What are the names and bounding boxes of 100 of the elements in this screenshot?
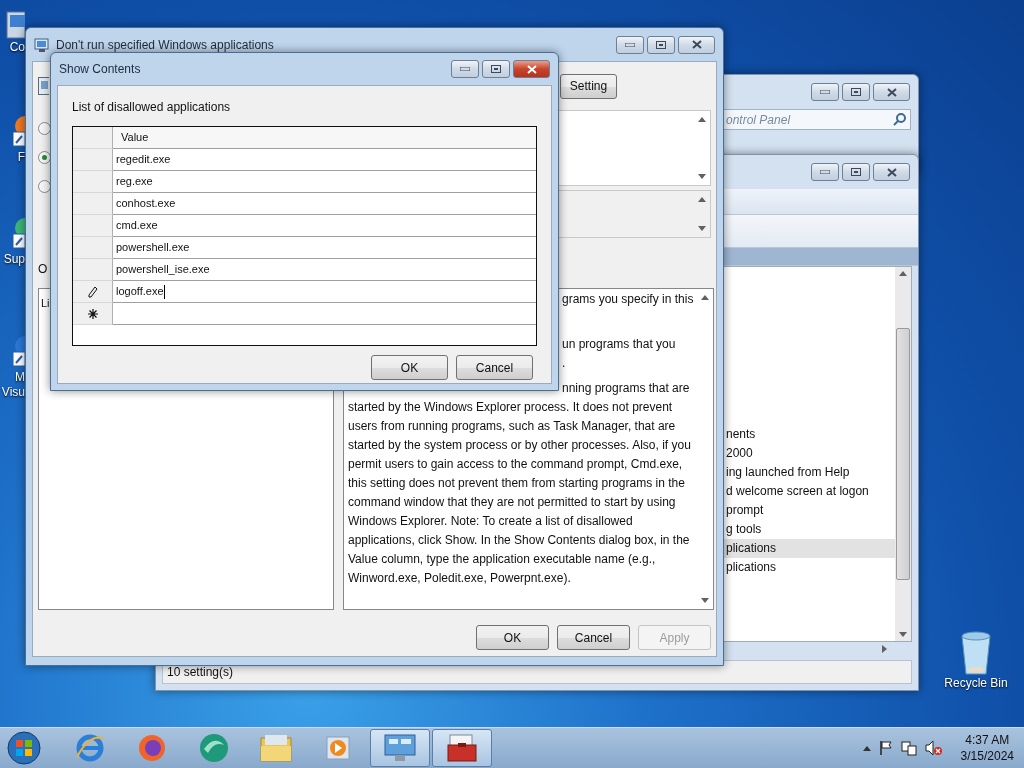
dialog-button[interactable]: Cancel <box>456 355 533 380</box>
help-text-line: nning programs that are <box>562 380 690 397</box>
toolbox-icon <box>446 733 478 763</box>
shortcut-icon[interactable] <box>13 116 25 150</box>
desktop-icon-label: Recycle Bin <box>943 676 1009 691</box>
help-text-line: permit users to gain access to the command prompt, Cmd.exe, <box>348 456 683 473</box>
policy-setting-item[interactable]: plications <box>724 539 895 558</box>
policy-icon <box>34 36 50 53</box>
value-cell[interactable]: powershell.exe <box>113 237 536 259</box>
value-cell[interactable]: conhost.exe <box>113 193 536 215</box>
row-header[interactable] <box>73 303 113 325</box>
flag-icon[interactable] <box>878 740 893 756</box>
desktop-icon-label: M Visu <box>0 370 25 400</box>
close-button[interactable] <box>873 163 910 181</box>
help-text-line: started by the Windows Explorer process. It does not prevent <box>348 399 673 416</box>
window-title: Don't run specified Windows applications <box>56 37 274 52</box>
close-button[interactable] <box>513 60 550 78</box>
scroll-up-arrow-icon[interactable] <box>698 117 706 122</box>
scroll-up-arrow-icon[interactable] <box>698 197 706 202</box>
scroll-down-arrow-icon[interactable] <box>698 226 706 231</box>
maximize-button[interactable] <box>482 60 510 78</box>
setting-button[interactable]: Setting <box>560 73 617 99</box>
policy-setting-item[interactable]: nents <box>724 425 895 444</box>
scroll-down-arrow-icon[interactable] <box>698 174 706 179</box>
maximize-icon <box>851 168 861 176</box>
policy-setting-item[interactable]: 2000 <box>724 444 895 463</box>
value-cell[interactable]: cmd.exe <box>113 215 536 237</box>
clock-time: 4:37 AM <box>965 732 1010 748</box>
browser-icon <box>137 733 167 763</box>
options-text: Li <box>41 297 50 309</box>
scrollbar-thumb[interactable] <box>896 328 910 580</box>
clock-date: 3/15/2024 <box>960 748 1014 764</box>
close-button[interactable] <box>873 83 910 101</box>
help-text-line: . <box>562 355 566 372</box>
minimize-button[interactable] <box>616 35 644 54</box>
computer-icon[interactable] <box>5 10 25 40</box>
window-title: Show Contents <box>59 62 141 76</box>
help-text-line: Value column, type the application executable name (e.g., <box>348 551 656 568</box>
minimize-button[interactable] <box>811 83 839 101</box>
round-app-icon <box>198 733 230 763</box>
maximize-button[interactable] <box>842 163 870 181</box>
start-orb-icon <box>6 730 42 766</box>
maximize-icon <box>851 88 861 96</box>
policy-setting-item[interactable]: d welcome screen at logon <box>724 482 895 501</box>
shortcut-icon[interactable] <box>13 336 25 370</box>
network-icon[interactable] <box>900 740 917 756</box>
show-hidden-icons-icon[interactable] <box>862 745 871 751</box>
dialog-button[interactable]: OK <box>476 625 549 650</box>
folder-icon <box>260 734 292 762</box>
help-text-line: Windows Explorer. Note: To create a list of disallowed <box>348 513 633 530</box>
recycle-bin-icon[interactable] <box>958 630 994 676</box>
close-icon <box>886 167 897 177</box>
policy-setting-item[interactable]: prompt <box>724 501 895 520</box>
close-icon <box>691 40 702 49</box>
minimize-button[interactable] <box>451 60 479 78</box>
maximize-icon <box>491 65 501 73</box>
scroll-down-arrow-icon[interactable] <box>701 598 710 603</box>
shortcut-icon[interactable] <box>13 218 25 252</box>
help-text-line: grams you specify in this <box>562 291 694 308</box>
policy-setting-item[interactable]: ing launched from Help <box>724 463 895 482</box>
status-bar-text: 10 setting(s) <box>167 665 234 679</box>
scroll-down-arrow-icon[interactable] <box>899 632 907 637</box>
desktop-icon-label: F <box>16 150 25 165</box>
new-row-icon <box>87 308 98 319</box>
help-text-line: command window that they are not permitted to start by using <box>348 494 676 511</box>
search-icon <box>893 113 906 126</box>
taskbar-app-button[interactable] <box>370 729 430 767</box>
help-text-line: started by the system process or by other processes. Also, if you <box>348 437 691 454</box>
policy-icon <box>38 77 49 95</box>
minimize-icon <box>820 170 830 174</box>
minimize-button[interactable] <box>811 163 839 181</box>
pencil-icon <box>87 285 98 298</box>
minimize-icon <box>820 90 830 94</box>
close-icon <box>886 87 897 97</box>
help-text-line: users from running programs, such as Task Manager, that are <box>348 418 676 435</box>
minimize-icon <box>625 42 635 47</box>
maximize-button[interactable] <box>647 35 675 54</box>
policy-setting-item[interactable]: plications <box>724 558 895 577</box>
desktop-icon-label: Co <box>8 40 25 55</box>
column-header[interactable]: Value <box>113 127 536 149</box>
value-cell[interactable]: logoff.exe <box>113 281 536 303</box>
row-header[interactable] <box>73 281 113 303</box>
close-button[interactable] <box>678 35 715 54</box>
help-text-line: this setting does not prevent them from starting programs in the <box>348 475 685 492</box>
maximize-button[interactable] <box>842 83 870 101</box>
scroll-up-arrow-icon[interactable] <box>899 271 907 276</box>
value-cell[interactable]: powershell_ise.exe <box>113 259 536 281</box>
list-label: List of disallowed applications <box>72 100 232 114</box>
policy-setting-item[interactable]: g tools <box>724 520 895 539</box>
muted-speaker-icon[interactable] <box>924 740 943 756</box>
dialog-button[interactable]: Cancel <box>557 625 630 650</box>
value-cell[interactable]: regedit.exe <box>113 149 536 171</box>
dialog-button[interactable]: OK <box>371 355 448 380</box>
help-text-line: Winword.exe, Poledit.exe, Powerpnt.exe). <box>348 570 571 587</box>
desktop-icon-label: Sup <box>2 252 25 267</box>
maximize-icon <box>656 40 666 49</box>
play-icon <box>324 734 352 762</box>
taskbar-app-button[interactable] <box>432 729 492 767</box>
value-cell[interactable]: reg.exe <box>113 171 536 193</box>
scroll-up-arrow-icon[interactable] <box>701 295 710 300</box>
